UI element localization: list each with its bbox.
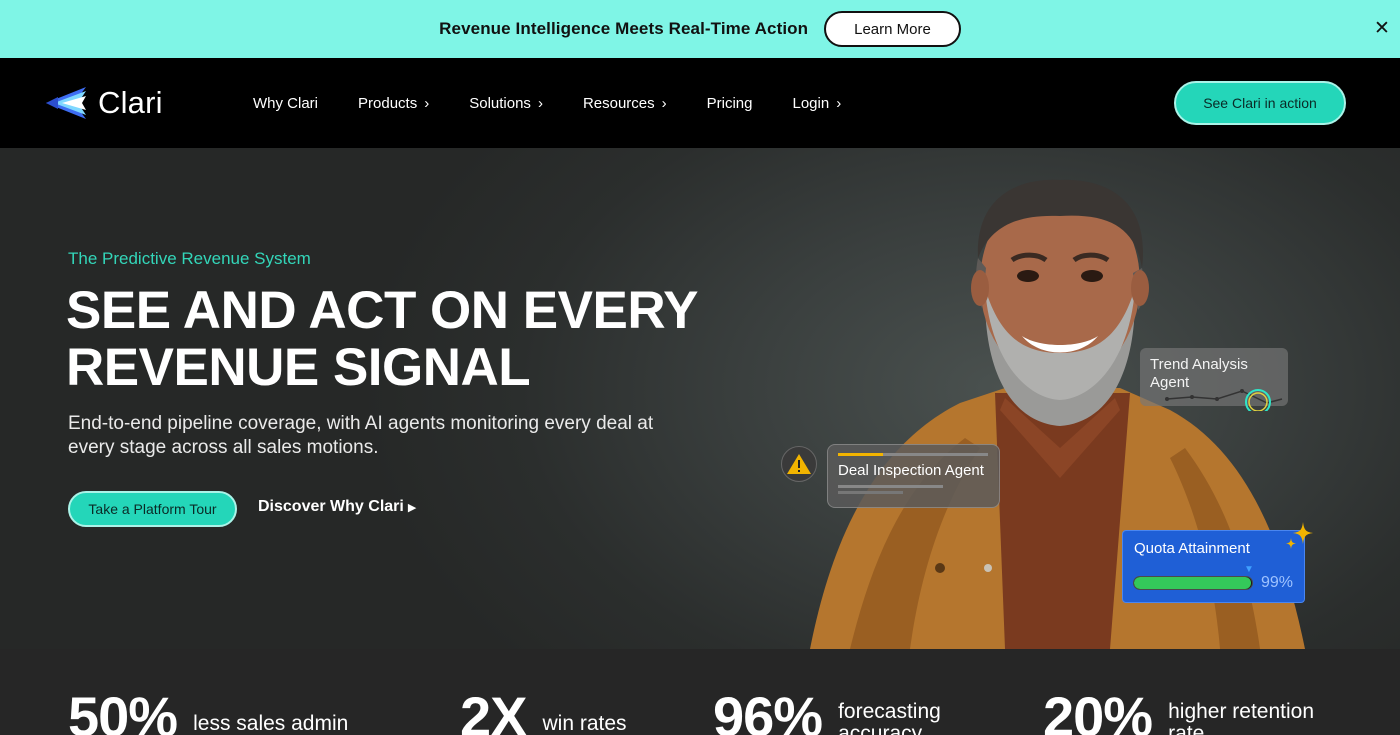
nav-item-products[interactable]: Products › (358, 95, 429, 112)
nav-item-label: Products (358, 94, 418, 112)
stats-section: 50% less sales admin 2X win rates 96% fo… (0, 649, 1400, 735)
platform-tour-button[interactable]: Take a Platform Tour (68, 491, 237, 527)
caret-right-icon: ▶ (407, 501, 417, 514)
clari-logo[interactable]: Clari (44, 85, 163, 121)
chevron-right-icon: › (836, 94, 842, 112)
close-icon[interactable]: ✕ (1373, 18, 1391, 40)
hero-eyebrow: The Predictive Revenue System (68, 249, 311, 268)
stat-label: forecasting accuracy (838, 700, 941, 735)
stat-item: 2X win rates (460, 687, 627, 735)
deal-inspection-card: Deal Inspection Agent (827, 444, 1000, 508)
chevron-right-icon: › (424, 94, 430, 112)
stat-value: 50% (68, 685, 178, 735)
sparkle-icon (1286, 522, 1313, 549)
stat-item: 96% forecasting accuracy (713, 687, 958, 735)
nav-item-solutions[interactable]: Solutions › (469, 95, 543, 112)
hero-subhead: End-to-end pipeline coverage, with AI ag… (68, 413, 654, 458)
clari-logo-icon (46, 87, 86, 119)
chevron-right-icon: › (537, 94, 543, 112)
stat-label: win rates (542, 712, 627, 735)
hero-section: The Predictive Revenue System SEE AND AC… (0, 148, 1400, 649)
learn-more-button[interactable]: Learn More (824, 11, 961, 47)
progress-accent (838, 453, 883, 456)
placeholder-line (838, 485, 943, 488)
deal-card-title: Deal Inspection Agent (838, 462, 984, 479)
stat-item: 50% less sales admin (68, 687, 348, 735)
quota-card-title: Quota Attainment (1134, 540, 1250, 557)
stat-label: higher retention rate (1168, 700, 1315, 735)
warning-icon (781, 446, 817, 482)
nav-item-login[interactable]: Login › (793, 95, 842, 112)
nav-item-label: Login (792, 94, 830, 112)
nav-item-pricing[interactable]: Pricing (707, 95, 753, 112)
quota-attainment-card: Quota Attainment ▼ 99% (1122, 530, 1305, 603)
stat-value: 20% (1043, 685, 1153, 735)
quota-progress-bar (1133, 576, 1253, 590)
progress-track (883, 453, 988, 456)
placeholder-line (838, 491, 903, 494)
marker-down-icon: ▼ (1244, 564, 1254, 575)
nav-item-resources[interactable]: Resources › (583, 95, 667, 112)
stat-item: 20% higher retention rate (1043, 687, 1338, 735)
see-clari-in-action-button[interactable]: See Clari in action (1174, 81, 1346, 125)
stat-value: 96% (713, 685, 823, 735)
nav-menu: Why Clari Products › Solutions › Resourc… (253, 58, 881, 148)
nav-item-why-clari[interactable]: Why Clari (253, 95, 318, 112)
quota-progress-fill (1134, 577, 1251, 589)
stat-label: less sales admin (193, 712, 349, 735)
announcement-bar: Revenue Intelligence Meets Real-Time Act… (0, 0, 1400, 58)
logo-text: Clari (98, 85, 163, 120)
headline-line-1: SEE AND ACT ON EVERY (66, 281, 698, 340)
headline-line-2: REVENUE SIGNAL (66, 338, 531, 397)
nav-item-label: Resources (582, 94, 655, 112)
discover-why-clari-link[interactable]: Discover Why Clari ▶ (258, 498, 416, 516)
main-nav: Clari Why Clari Products › Solutions › R… (0, 58, 1400, 148)
chevron-right-icon: › (661, 94, 667, 112)
announcement-text: Revenue Intelligence Meets Real-Time Act… (439, 19, 809, 38)
nav-item-label: Why Clari (253, 94, 319, 112)
nav-item-label: Solutions (469, 94, 531, 112)
trend-analysis-card: Trend Analysis Agent (1140, 348, 1288, 411)
trend-line-icon (1165, 389, 1283, 411)
quota-percent: 99% (1261, 574, 1294, 591)
discover-link-label: Discover Why Clari (258, 498, 404, 515)
stat-value: 2X (460, 685, 527, 735)
nav-item-label: Pricing (706, 94, 753, 112)
hero-headline: SEE AND ACT ON EVERY REVENUE SIGNAL (66, 282, 766, 396)
